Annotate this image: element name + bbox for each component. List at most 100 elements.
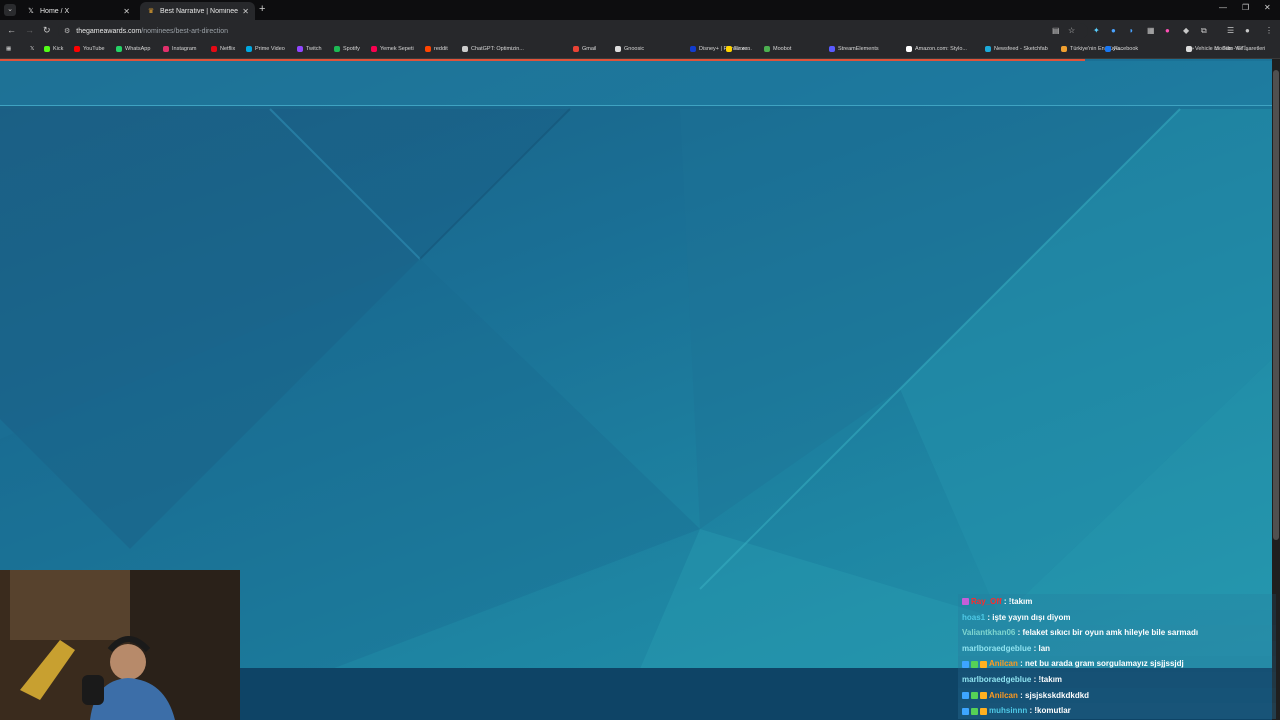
chat-separator: : bbox=[1017, 690, 1026, 700]
bookmark-favicon-icon bbox=[44, 46, 50, 52]
bookmark-favicon-icon bbox=[246, 46, 252, 52]
bookmark-favicon-icon bbox=[906, 46, 912, 52]
bookmark-label: YouTube bbox=[83, 46, 105, 52]
stream-chat-overlay: Ray_Off : !takım hoas1 : işte yayın dışı … bbox=[958, 594, 1276, 719]
chat-username: Ray_Off bbox=[971, 597, 1002, 606]
chat-username: marlboraedgeblue bbox=[962, 643, 1032, 653]
bookmark-label: StreamElements bbox=[838, 46, 879, 52]
chat-message: Ray_Off : !takım bbox=[958, 594, 1276, 610]
chat-text: sjsjskskdkdkdkd bbox=[1025, 690, 1090, 700]
translate-icon[interactable]: ▤ bbox=[1052, 26, 1060, 35]
bookmark-item[interactable]: Facebook bbox=[1105, 46, 1138, 52]
chat-separator: : bbox=[1001, 597, 1009, 606]
bookmark-label: Gnoosic bbox=[624, 46, 645, 52]
extension-icon[interactable]: ▦ bbox=[1147, 26, 1155, 35]
bookmark-item[interactable]: Prime Video bbox=[246, 46, 285, 52]
chat-username: Anilcan bbox=[989, 690, 1018, 700]
chat-message: hoas1 : işte yayın dışı diyom bbox=[958, 609, 1276, 626]
webcam-image bbox=[0, 570, 240, 720]
bookmark-favicon-icon bbox=[726, 46, 732, 52]
bookmark-item[interactable]: Instagram bbox=[163, 46, 196, 52]
chat-text: !komutlar bbox=[1034, 706, 1071, 716]
chat-text: net bu arada gram sorgulamayız sjsjjssjd… bbox=[1025, 659, 1184, 669]
site-info-icon[interactable]: ⚙ bbox=[64, 27, 70, 35]
bookmark-item[interactable]: Yemek Sepeti bbox=[371, 46, 414, 52]
bookmark-item[interactable]: Gnoosic bbox=[615, 46, 644, 52]
bookmark-item[interactable]: ChatGPT: Optimizin... bbox=[462, 46, 524, 52]
reading-list-icon[interactable]: ☰ bbox=[1227, 26, 1234, 35]
chat-badge-icon bbox=[980, 660, 987, 668]
chat-text: !takım bbox=[1038, 674, 1063, 684]
extension-icon[interactable]: ● bbox=[1111, 26, 1116, 35]
bookmark-item[interactable]: StreamElements bbox=[829, 46, 879, 52]
bookmark-item[interactable]: reddit bbox=[425, 46, 448, 52]
extension-icon[interactable]: ● bbox=[1165, 26, 1170, 35]
bookmarks-bar: ▦ 𝕏 Kick YouTube WhatsApp Instagram Netflix P… bbox=[0, 42, 1280, 59]
extensions-puzzle-icon[interactable]: ⧉ bbox=[1201, 26, 1207, 36]
address-bar[interactable]: ⚙ thegameawards.com/nominees/best-art-di… bbox=[58, 23, 1088, 39]
bookmark-item[interactable]: Gmail bbox=[573, 46, 596, 52]
chat-message: muhsinnn : !komutlar bbox=[958, 703, 1276, 719]
close-tab-icon[interactable]: ✕ bbox=[123, 7, 130, 16]
chat-badge-icon bbox=[971, 691, 978, 699]
bookmark-item[interactable]: Exxen bbox=[726, 46, 750, 52]
bookmark-favicon-icon bbox=[615, 46, 621, 52]
extension-icon[interactable]: ◗ bbox=[1129, 26, 1134, 35]
profile-icon[interactable]: ● bbox=[1245, 26, 1250, 35]
menu-icon[interactable]: ⋮ bbox=[1265, 26, 1273, 35]
all-bookmarks-label: Tüm Yer İşaretleri bbox=[1222, 46, 1266, 52]
reload-button[interactable]: ↻ bbox=[43, 25, 51, 36]
bookmark-star-icon[interactable]: ☆ bbox=[1068, 26, 1075, 35]
bookmark-favicon-icon bbox=[211, 46, 217, 52]
bookmark-item[interactable]: Kick bbox=[44, 46, 63, 52]
bookmark-label: WhatsApp bbox=[125, 46, 151, 52]
apps-icon[interactable]: ▦ bbox=[6, 46, 11, 52]
all-bookmarks-button[interactable]: ▭ Tüm Yer İşaretleri bbox=[1214, 46, 1265, 52]
close-tab-icon[interactable]: ✕ bbox=[242, 7, 249, 16]
chat-username: hoas1 bbox=[962, 612, 986, 622]
bookmark-favicon-icon bbox=[334, 46, 340, 52]
chat-username: Anilcan bbox=[989, 659, 1018, 669]
more-bookmarks-button[interactable]: » bbox=[1191, 46, 1194, 52]
tab-label: Home / X bbox=[40, 7, 70, 15]
tga-icon: ♛ bbox=[147, 8, 155, 15]
minimize-button[interactable]: — bbox=[1219, 3, 1227, 12]
bookmark-favicon-icon bbox=[1105, 46, 1111, 52]
bookmark-label: Instagram bbox=[172, 46, 197, 52]
chat-text: felaket sıkıcı bir oyun amk hileyle bile… bbox=[1022, 628, 1199, 638]
bookmark-label: Netflix bbox=[220, 46, 236, 52]
bookmark-favicon-icon bbox=[297, 46, 303, 52]
close-window-button[interactable]: ✕ bbox=[1264, 3, 1271, 12]
chat-badge-icon bbox=[971, 707, 978, 715]
bookmark-label: Moobot bbox=[773, 46, 792, 52]
back-button[interactable]: ← bbox=[7, 25, 16, 35]
chat-badge-icon bbox=[962, 660, 969, 668]
restore-button[interactable]: ❐ bbox=[1242, 3, 1249, 12]
bookmark-label: Spotify bbox=[343, 46, 360, 52]
x-bookmark-icon[interactable]: 𝕏 bbox=[30, 46, 34, 52]
forward-button[interactable]: → bbox=[25, 25, 34, 35]
bookmark-item[interactable]: Twitch bbox=[297, 46, 322, 52]
bookmark-label: Kick bbox=[53, 46, 64, 52]
chat-username: marlboraedgeblue bbox=[962, 674, 1032, 684]
extension-icon[interactable]: ◆ bbox=[1183, 26, 1189, 35]
bookmark-item[interactable]: Netflix bbox=[211, 46, 235, 52]
bookmark-favicon-icon bbox=[764, 46, 770, 52]
bookmark-favicon-icon bbox=[462, 46, 468, 52]
tab-home-x[interactable]: 𝕏 Home / X ✕ bbox=[20, 2, 136, 20]
site-header bbox=[0, 61, 1272, 106]
bookmark-favicon-icon bbox=[573, 46, 579, 52]
tab-list-button[interactable]: ⌄ bbox=[4, 4, 16, 16]
bookmark-item[interactable]: WhatsApp bbox=[116, 46, 150, 52]
tab-best-narrative[interactable]: ♛ Best Narrative | Nominees | The ✕ bbox=[140, 2, 255, 20]
bookmark-item[interactable]: Spotify bbox=[334, 46, 360, 52]
bookmark-item[interactable]: Amazon.com: Stylo... bbox=[906, 46, 967, 52]
chat-message: Anilcan : net bu arada gram sorgulamayız… bbox=[958, 656, 1276, 672]
bookmark-item[interactable]: Newsfeed - Sketchfab bbox=[985, 46, 1048, 52]
scrollbar-thumb[interactable] bbox=[1273, 70, 1279, 540]
chat-separator: : bbox=[1017, 659, 1026, 669]
bookmark-item[interactable]: Moobot bbox=[764, 46, 791, 52]
new-tab-button[interactable]: + bbox=[259, 3, 265, 15]
bookmark-item[interactable]: YouTube bbox=[74, 46, 105, 52]
extension-icon[interactable]: ✦ bbox=[1093, 26, 1100, 35]
